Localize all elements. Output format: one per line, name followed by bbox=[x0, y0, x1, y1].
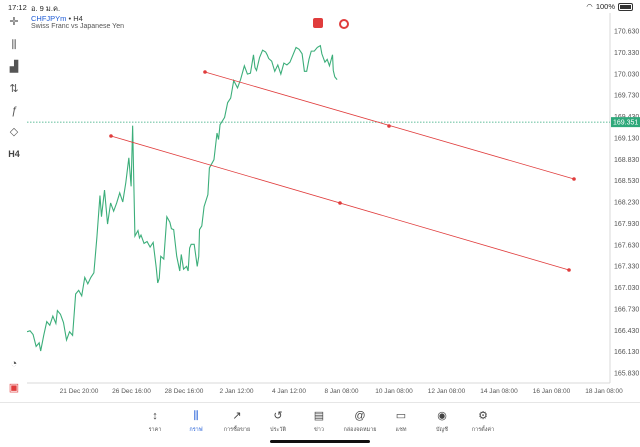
trade-panel-icon[interactable]: ▣ bbox=[6, 381, 22, 395]
timeframe-button[interactable]: H4 bbox=[6, 147, 22, 161]
bottom-tab-bar: ↕ ราคา ⫼ กราฟ ↗ การซื้อขาย ↺ ประวัติ ▤ ข่าว @ กล่อง… bbox=[0, 402, 640, 441]
time-axis-label: 12 Jan 08:00 bbox=[428, 388, 466, 395]
wifi-icon: ◠ bbox=[586, 2, 593, 11]
status-bar: 17:12 อ. 9 ม.ค. ◠ 100% bbox=[0, 0, 640, 13]
tab-label: แชท bbox=[395, 427, 407, 433]
trendline-anchor bbox=[203, 70, 207, 74]
price-axis-label: 166.430 bbox=[614, 328, 639, 335]
trendline-anchor bbox=[338, 201, 342, 205]
left-toolbar: ✛ ⫼ ▟ ⇅ ƒ ◇ H4 ◔ ▣ bbox=[0, 13, 27, 401]
battery-icon bbox=[618, 2, 633, 11]
time-axis-label: 28 Dec 16:00 bbox=[165, 388, 204, 395]
tab-6[interactable]: @ กล่องจดหมาย bbox=[340, 409, 380, 434]
price-axis-label: 170.030 bbox=[614, 71, 639, 78]
trendline-anchor bbox=[572, 177, 576, 181]
time-axis-label: 18 Jan 08:00 bbox=[585, 388, 623, 395]
time-axis-label: 4 Jan 12:00 bbox=[272, 388, 306, 395]
home-indicator[interactable] bbox=[270, 440, 370, 443]
trendline-anchor bbox=[567, 268, 571, 272]
time-axis-label: 14 Jan 08:00 bbox=[480, 388, 518, 395]
tab-label: กล่องจดหมาย bbox=[343, 427, 377, 433]
time-axis-label: 16 Jan 08:00 bbox=[533, 388, 571, 395]
time-axis-label: 26 Dec 16:00 bbox=[112, 388, 151, 395]
tab-label: ข่าว bbox=[314, 427, 324, 433]
price-axis-label: 170.330 bbox=[614, 50, 639, 57]
one-click-trading-icon[interactable]: ◔ bbox=[6, 357, 22, 371]
battery-percent: 100% bbox=[595, 2, 615, 11]
trendline-anchor bbox=[387, 124, 391, 128]
price-axis-label: 167.030 bbox=[614, 285, 639, 292]
crosshair-icon[interactable]: ✛ bbox=[6, 15, 22, 29]
volume-bars-icon[interactable]: ▟ bbox=[6, 60, 22, 74]
price-axis-label: 168.230 bbox=[614, 200, 639, 207]
tab-1[interactable]: ↕ ราคา bbox=[135, 409, 175, 434]
tab-icon: ⫼ bbox=[193, 410, 199, 422]
tab-label: การตั้งค่า bbox=[471, 427, 495, 433]
price-axis-label: 167.630 bbox=[614, 242, 639, 249]
tab-label: กราฟ bbox=[189, 427, 203, 433]
function-icon[interactable]: ƒ bbox=[6, 104, 22, 118]
price-axis-label: 167.930 bbox=[614, 221, 639, 228]
tab-icon: @ bbox=[354, 410, 366, 422]
price-axis-label: 170.630 bbox=[614, 29, 639, 36]
tab-icon: ⚙ bbox=[478, 410, 488, 422]
chart-canvas[interactable]: 170.630170.330170.030169.730169.430169.1… bbox=[26, 13, 640, 395]
tab-icon: ◉ bbox=[437, 410, 447, 422]
tab-4[interactable]: ↺ ประวัติ bbox=[258, 409, 298, 434]
tab-7[interactable]: ▭ แชท bbox=[381, 409, 421, 434]
tab-label: ราคา bbox=[148, 427, 162, 433]
price-axis-label: 168.830 bbox=[614, 157, 639, 164]
tab-3[interactable]: ↗ การซื้อขาย bbox=[217, 409, 257, 434]
price-axis-label: 168.530 bbox=[614, 178, 639, 185]
tab-2[interactable]: ⫼ กราฟ bbox=[176, 409, 216, 434]
price-chart[interactable]: 170.630170.330170.030169.730169.430169.1… bbox=[26, 13, 640, 395]
price-axis-label: 167.330 bbox=[614, 264, 639, 271]
trendline-anchor bbox=[109, 134, 113, 138]
price-axis-label: 166.730 bbox=[614, 306, 639, 313]
indicators-icon[interactable]: ⇅ bbox=[6, 82, 22, 96]
tab-label: ประวัติ bbox=[269, 427, 287, 433]
tab-icon: ↕ bbox=[152, 410, 158, 422]
current-price-label: 169.351 bbox=[613, 120, 638, 127]
time-axis-label: 2 Jan 12:00 bbox=[220, 388, 254, 395]
time-axis-label: 10 Jan 08:00 bbox=[375, 388, 413, 395]
tab-8[interactable]: ◉ บัญชี bbox=[422, 409, 462, 434]
chart-type-icon[interactable]: ⫼ bbox=[6, 38, 22, 52]
tab-icon: ▤ bbox=[313, 410, 325, 422]
tab-icon: ↗ bbox=[232, 410, 242, 422]
shapes-icon[interactable]: ◇ bbox=[6, 125, 22, 139]
tab-icon: ▭ bbox=[395, 410, 407, 422]
tab-label: บัญชี bbox=[436, 427, 448, 433]
tab-9[interactable]: ⚙ การตั้งค่า bbox=[463, 409, 503, 434]
time-axis-label: 21 Dec 20:00 bbox=[60, 388, 99, 395]
price-axis-label: 166.130 bbox=[614, 349, 639, 356]
status-time: 17:12 bbox=[8, 3, 27, 12]
tab-icon: ↺ bbox=[273, 410, 283, 422]
time-axis-label: 8 Jan 08:00 bbox=[325, 388, 359, 395]
price-axis-label: 169.130 bbox=[614, 135, 639, 142]
tab-label: การซื้อขาย bbox=[223, 427, 251, 433]
price-axis-label: 165.830 bbox=[614, 371, 639, 378]
price-line-series bbox=[26, 44, 338, 352]
tab-5[interactable]: ▤ ข่าว bbox=[299, 409, 339, 434]
price-axis-label: 169.730 bbox=[614, 93, 639, 100]
status-right: ◠ 100% bbox=[586, 2, 633, 11]
